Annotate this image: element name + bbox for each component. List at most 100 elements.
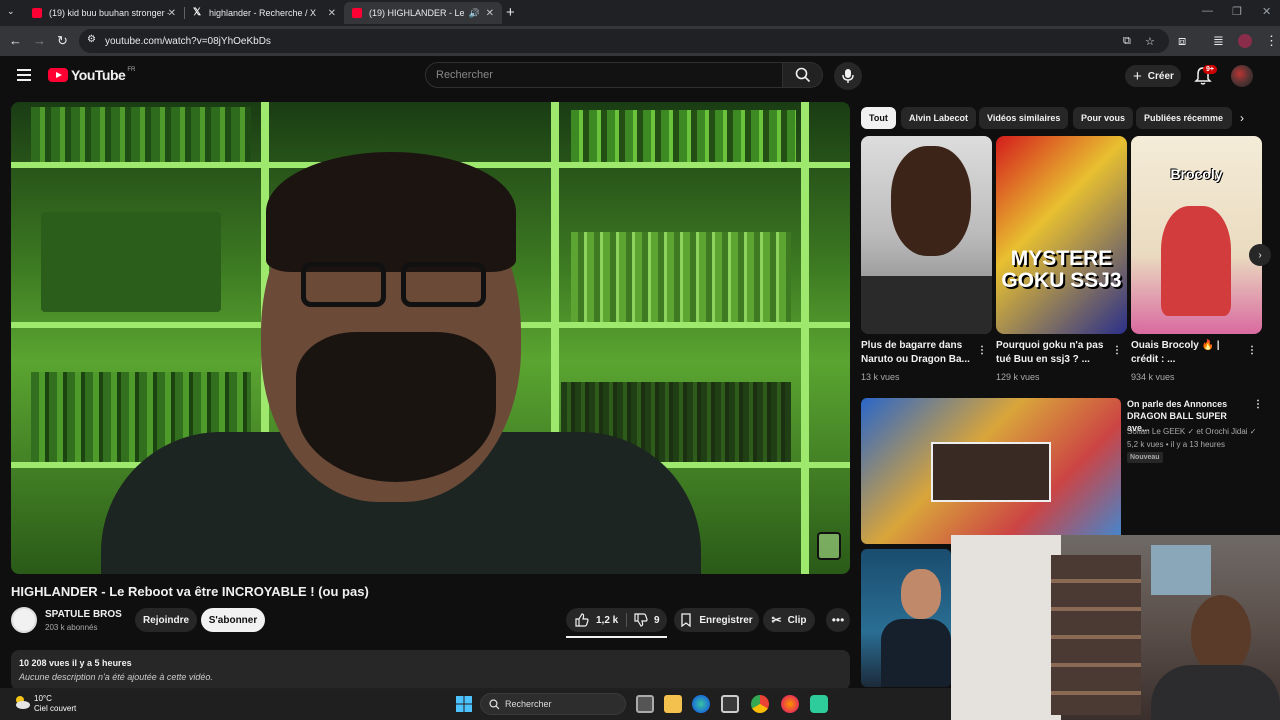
tab-groups-icon[interactable]: ≣: [1213, 33, 1224, 49]
channel-avatar[interactable]: [11, 607, 37, 633]
create-button[interactable]: + Créer: [1125, 65, 1181, 87]
short-menu-icon[interactable]: ⋮: [977, 345, 987, 356]
tab-title: highlander - Recherche / X: [209, 8, 317, 18]
channel-watermark-icon[interactable]: [817, 532, 841, 560]
search-button[interactable]: [783, 62, 823, 88]
recommended-video-meta: 5,2 k vues • il y a 13 heures: [1127, 440, 1225, 449]
chip-similar[interactable]: Vidéos similaires: [979, 107, 1069, 129]
chip-all[interactable]: Tout: [861, 107, 896, 129]
bookmark-icon: [681, 613, 691, 627]
close-tab-icon[interactable]: ✕: [486, 8, 494, 19]
country-code: FR: [127, 67, 136, 73]
chevron-right-icon: ›: [1258, 249, 1262, 261]
chips-next-chevron-icon[interactable]: ›: [1240, 111, 1244, 125]
recommended-video-channel[interactable]: Sofian Le GEEK ✓ et Orochi Jidai ✓: [1127, 427, 1256, 436]
short-title[interactable]: Pourquoi goku n'a pas tué Buu en ssj3 ? …: [996, 339, 1106, 367]
menu-icon[interactable]: [17, 69, 31, 81]
like-dislike-group: 1,2 k 9: [566, 608, 667, 632]
person-beard: [296, 332, 496, 482]
description-box[interactable]: 10 208 vues il y a 5 heures Aucune descr…: [11, 650, 850, 690]
clip-button[interactable]: ✂ Clip: [763, 608, 815, 632]
short-title[interactable]: Ouais Brocoly 🔥 | crédit : ...: [1131, 339, 1241, 367]
join-button[interactable]: Rejoindre: [135, 608, 197, 632]
audio-playing-icon[interactable]: 🔊: [469, 8, 480, 19]
cloudy-weather-icon[interactable]: [13, 694, 31, 710]
browser-tab-2[interactable]: 𝕏 highlander - Recherche / X ✕: [184, 2, 344, 24]
plus-icon: +: [1133, 67, 1142, 85]
video-player[interactable]: [11, 102, 850, 574]
chip-label: Alvin Labecot: [909, 113, 969, 123]
short-thumbnail[interactable]: MYSTERE GOKU SSJ3: [996, 136, 1127, 334]
chrome-icon[interactable]: [751, 695, 769, 713]
install-app-icon[interactable]: ⧉: [1123, 35, 1131, 48]
channel-name[interactable]: SPATULE BROS: [45, 609, 122, 620]
tab-title: (19) kid buu buuhan stronger -: [49, 8, 169, 18]
close-tab-icon[interactable]: ✕: [168, 8, 176, 19]
firefox-icon[interactable]: [781, 695, 799, 713]
streamer-webcam-overlay: [951, 535, 1280, 720]
close-tab-icon[interactable]: ✕: [328, 8, 336, 19]
minimize-icon[interactable]: —: [1202, 5, 1213, 17]
video-menu-icon[interactable]: ⋮: [1253, 399, 1263, 410]
recommended-video-thumbnail[interactable]: [861, 549, 951, 687]
browser-menu-icon[interactable]: ⋮: [1265, 33, 1278, 49]
short-title[interactable]: Plus de bagarre dans Naruto ou Dragon Ba…: [861, 339, 971, 367]
file-explorer-icon[interactable]: [664, 695, 682, 713]
search-input[interactable]: Rechercher: [425, 62, 783, 88]
save-button[interactable]: Enregistrer: [674, 608, 759, 632]
windows-start-icon[interactable]: [455, 695, 473, 713]
weather-temperature[interactable]: 10°C: [34, 694, 52, 703]
scissors-icon: ✂: [771, 613, 782, 627]
short-menu-icon[interactable]: ⋮: [1247, 345, 1257, 356]
browser-tab-1[interactable]: (19) kid buu buuhan stronger - ✕: [24, 2, 184, 24]
weather-description[interactable]: Ciel couvert: [34, 704, 76, 713]
task-view-icon[interactable]: [636, 695, 654, 713]
taskbar-search-label: Rechercher: [505, 699, 552, 709]
account-avatar[interactable]: [1231, 65, 1253, 87]
chip-label: Pour vous: [1081, 113, 1126, 123]
bookshelf-divider: [801, 102, 809, 574]
youtube-play-icon: [48, 68, 68, 82]
short-thumbnail[interactable]: Brocoly: [1131, 136, 1262, 334]
short-menu-icon[interactable]: ⋮: [1112, 345, 1122, 356]
youtube-favicon-icon: [352, 8, 362, 18]
like-button[interactable]: 1,2 k: [566, 608, 626, 632]
more-actions-button[interactable]: •••: [826, 608, 850, 632]
save-label: Enregistrer: [699, 614, 753, 626]
display-box: [41, 212, 221, 312]
join-label: Rejoindre: [142, 614, 190, 626]
site-info-icon[interactable]: ⚙: [87, 34, 96, 45]
subscribe-button[interactable]: S'abonner: [201, 608, 265, 632]
shorts-next-button[interactable]: ›: [1249, 244, 1271, 266]
webcam-shelf: [1051, 555, 1141, 715]
close-window-icon[interactable]: ✕: [1262, 5, 1271, 18]
store-icon[interactable]: [721, 695, 739, 713]
back-icon[interactable]: ←: [9, 33, 22, 48]
youtube-header: YouTube FR Rechercher + Créer 9+: [0, 56, 1280, 96]
app-icon[interactable]: [810, 695, 828, 713]
forward-icon[interactable]: →: [33, 33, 46, 48]
dislike-button[interactable]: 9: [629, 608, 667, 632]
reload-icon[interactable]: ↻: [57, 33, 68, 49]
extensions-icon[interactable]: ⧈: [1178, 33, 1186, 49]
youtube-logo[interactable]: YouTube FR: [48, 67, 135, 83]
chip-for-you[interactable]: Pour vous: [1073, 107, 1134, 129]
chip-recent[interactable]: Publiées récemme: [1136, 107, 1232, 129]
browser-tab-3-active[interactable]: (19) HIGHLANDER - Le Reb 🔊 ✕: [344, 2, 502, 24]
recommended-video-thumbnail[interactable]: [861, 398, 1121, 544]
maximize-icon[interactable]: ❐: [1232, 5, 1242, 18]
chip-channel[interactable]: Alvin Labecot: [901, 107, 977, 129]
short-thumbnail[interactable]: [861, 136, 992, 334]
voice-search-button[interactable]: [834, 62, 862, 90]
new-tab-icon[interactable]: +: [506, 4, 515, 21]
address-bar[interactable]: ⚙ youtube.com/watch?v=08jYhOeKbDs ⧉ ☆: [79, 29, 1169, 53]
dislike-count: 9: [654, 614, 660, 626]
search-placeholder: Rechercher: [436, 69, 493, 81]
subscriber-count: 203 k abonnés: [45, 623, 98, 632]
edge-browser-icon[interactable]: [692, 695, 710, 713]
tab-search-dropdown-icon[interactable]: ⌄: [7, 6, 15, 17]
taskbar-search-box[interactable]: Rechercher: [480, 693, 626, 715]
profile-avatar-icon[interactable]: [1238, 34, 1252, 48]
logo-text: YouTube: [71, 67, 126, 83]
bookmark-star-icon[interactable]: ☆: [1145, 35, 1155, 48]
